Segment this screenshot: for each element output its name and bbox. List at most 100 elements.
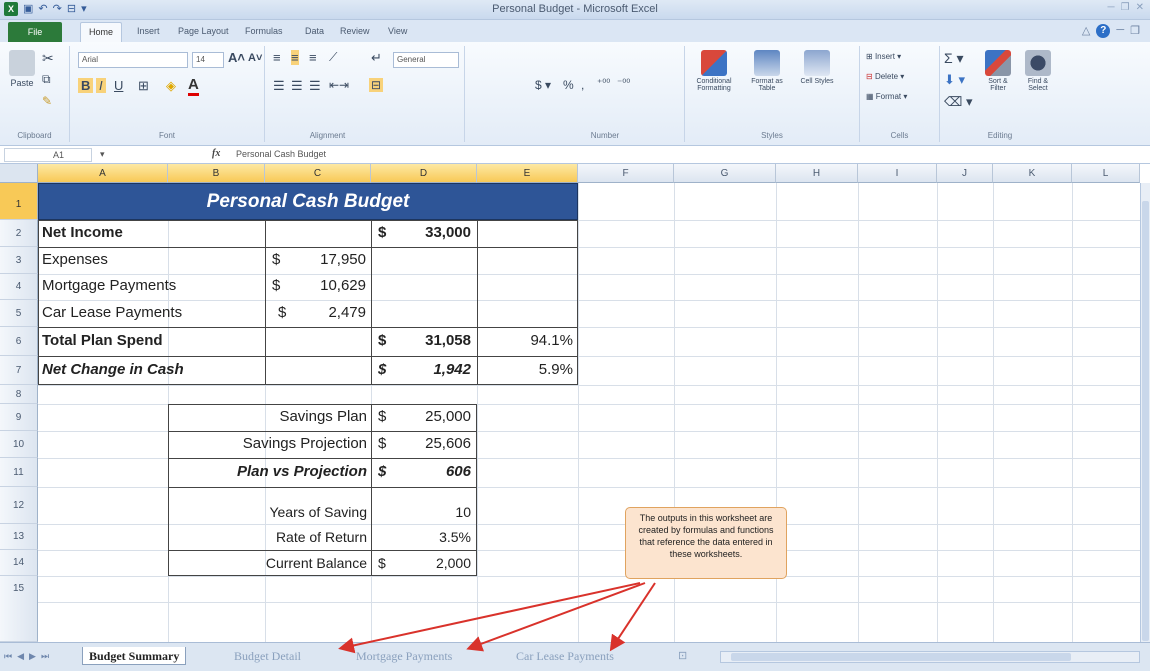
col-header-h[interactable]: H [776, 164, 858, 183]
find-select-button[interactable]: Find & Select [1020, 50, 1056, 92]
file-tab[interactable]: File [8, 22, 62, 42]
next-sheet-icon[interactable]: ▶ [29, 651, 36, 662]
mortgage-payments-value[interactable]: 10,629 [265, 277, 366, 294]
increase-decimal-icon[interactable]: ⁺⁰⁰ [597, 78, 610, 89]
font-color-icon[interactable]: A [188, 76, 199, 96]
years-of-saving-value[interactable]: 10 [371, 504, 471, 520]
col-header-g[interactable]: G [674, 164, 776, 183]
row-header-14[interactable]: 14 [0, 550, 38, 576]
col-header-a[interactable]: A [38, 164, 168, 183]
restore-icon[interactable]: ❐ [1121, 2, 1130, 13]
col-header-i[interactable]: I [858, 164, 937, 183]
format-painter-icon[interactable]: ✎ [42, 94, 52, 108]
car-lease-payments-value[interactable]: 2,479 [265, 304, 366, 321]
help-icon[interactable]: ? [1096, 24, 1111, 38]
row-header-13[interactable]: 13 [0, 524, 38, 550]
insert-sheet-icon[interactable]: ⊡ [672, 647, 693, 665]
sort-filter-button[interactable]: Sort & Filter [980, 50, 1016, 92]
cell-styles-button[interactable]: Cell Styles [797, 50, 837, 85]
sheet-tab-budget-summary[interactable]: Budget Summary [82, 647, 187, 665]
underline-button[interactable]: U [114, 78, 123, 93]
row-header-12[interactable]: 12 [0, 487, 38, 524]
orientation-icon[interactable]: ⟋ [329, 50, 337, 65]
row-header-3[interactable]: 3 [0, 247, 38, 274]
align-top-icon[interactable]: ≡ [273, 50, 281, 65]
tab-review[interactable]: Review [340, 26, 370, 36]
fx-icon[interactable]: fx [212, 148, 220, 159]
savings-projection-value[interactable]: 25,606 [371, 435, 471, 452]
col-header-k[interactable]: K [993, 164, 1072, 183]
row-header-7[interactable]: 7 [0, 356, 38, 385]
tab-home[interactable]: Home [80, 22, 123, 42]
tab-page-layout[interactable]: Page Layout [178, 26, 229, 36]
insert-cells-button[interactable]: ⊞ Insert ▾ [866, 52, 901, 61]
row-header-15[interactable]: 15 [0, 576, 38, 642]
vertical-scrollbar[interactable] [1140, 183, 1150, 642]
net-change-value[interactable]: 1,942 [371, 361, 471, 378]
current-balance-label[interactable]: Current Balance [168, 555, 367, 571]
row-header-8[interactable]: 8 [0, 385, 38, 404]
net-income-value[interactable]: 33,000 [371, 224, 471, 241]
comma-icon[interactable]: , [581, 78, 584, 92]
col-header-b[interactable]: B [168, 164, 265, 183]
align-right-icon[interactable]: ☰ [309, 78, 321, 94]
name-box[interactable]: A1 [4, 148, 92, 162]
worksheet-grid[interactable]: A B C D E F G H I J K L 1 2 3 4 5 6 7 8 … [0, 164, 1140, 642]
formula-input[interactable]: Personal Cash Budget [236, 149, 326, 159]
savings-plan-label[interactable]: Savings Plan [168, 408, 367, 425]
tab-data[interactable]: Data [305, 26, 324, 36]
minimize-icon[interactable]: ─ [1108, 2, 1115, 13]
rate-of-return-value[interactable]: 3.5% [371, 529, 471, 545]
expenses-value[interactable]: 17,950 [265, 251, 366, 268]
row-header-11[interactable]: 11 [0, 458, 38, 487]
format-as-table-button[interactable]: Format as Table [745, 50, 789, 92]
sheet-title-cell[interactable]: Personal Cash Budget [38, 183, 578, 220]
cut-icon[interactable]: ✂ [42, 50, 54, 67]
plan-vs-projection-value[interactable]: 606 [371, 463, 471, 480]
col-header-l[interactable]: L [1072, 164, 1140, 183]
select-all-corner[interactable] [0, 164, 38, 183]
conditional-formatting-button[interactable]: Conditional Formatting [689, 50, 739, 92]
sheet-tab-car-lease-payments[interactable]: Car Lease Payments [510, 647, 620, 665]
horizontal-scrollbar[interactable] [720, 651, 1140, 663]
doc-minimize-icon[interactable]: ─ [1116, 24, 1124, 38]
total-plan-spend-value[interactable]: 31,058 [371, 332, 471, 349]
italic-button[interactable]: I [96, 78, 106, 93]
tab-insert[interactable]: Insert [137, 26, 160, 36]
row-header-10[interactable]: 10 [0, 431, 38, 458]
close-icon[interactable]: ✕ [1136, 2, 1144, 13]
mortgage-payments-label[interactable]: Mortgage Payments [42, 277, 176, 294]
align-middle-icon[interactable]: ≡ [291, 50, 299, 65]
align-center-icon[interactable]: ☰ [291, 78, 303, 94]
col-header-c[interactable]: C [265, 164, 371, 183]
doc-restore-icon[interactable]: ❐ [1130, 24, 1140, 38]
total-plan-spend-percent[interactable]: 94.1% [477, 332, 573, 349]
font-name-combo[interactable]: Arial [78, 52, 188, 68]
horizontal-scroll-thumb[interactable] [731, 653, 1071, 661]
clear-icon[interactable]: ⌫ ▾ [944, 94, 973, 110]
col-header-e[interactable]: E [477, 164, 578, 183]
row-header-4[interactable]: 4 [0, 274, 38, 300]
row-header-6[interactable]: 6 [0, 327, 38, 356]
net-income-label[interactable]: Net Income [42, 224, 123, 241]
expenses-label[interactable]: Expenses [42, 251, 108, 268]
net-change-label[interactable]: Net Change in Cash [42, 361, 184, 378]
sheet-tab-mortgage-payments[interactable]: Mortgage Payments [350, 647, 458, 665]
row-header-5[interactable]: 5 [0, 300, 38, 327]
total-plan-spend-label[interactable]: Total Plan Spend [42, 332, 163, 349]
indent-icon[interactable]: ⇤⇥ [329, 78, 349, 92]
current-balance-value[interactable]: 2,000 [371, 555, 471, 571]
sheet-tab-budget-detail[interactable]: Budget Detail [228, 647, 307, 665]
plan-vs-projection-label[interactable]: Plan vs Projection [168, 463, 367, 480]
copy-icon[interactable]: ⧉ [42, 72, 51, 87]
grow-font-icon[interactable]: A˄ [228, 50, 245, 65]
borders-icon[interactable]: ⊞ [138, 78, 149, 94]
col-header-d[interactable]: D [371, 164, 477, 183]
row-header-9[interactable]: 9 [0, 404, 38, 431]
bold-button[interactable]: B [78, 78, 94, 93]
last-sheet-icon[interactable]: ⏭ [41, 651, 49, 662]
row-header-1[interactable]: 1 [0, 183, 38, 220]
years-of-saving-label[interactable]: Years of Saving [168, 504, 367, 520]
name-box-dropdown-icon[interactable]: ▾ [100, 149, 105, 160]
delete-cells-button[interactable]: ⊟ Delete ▾ [866, 72, 904, 81]
